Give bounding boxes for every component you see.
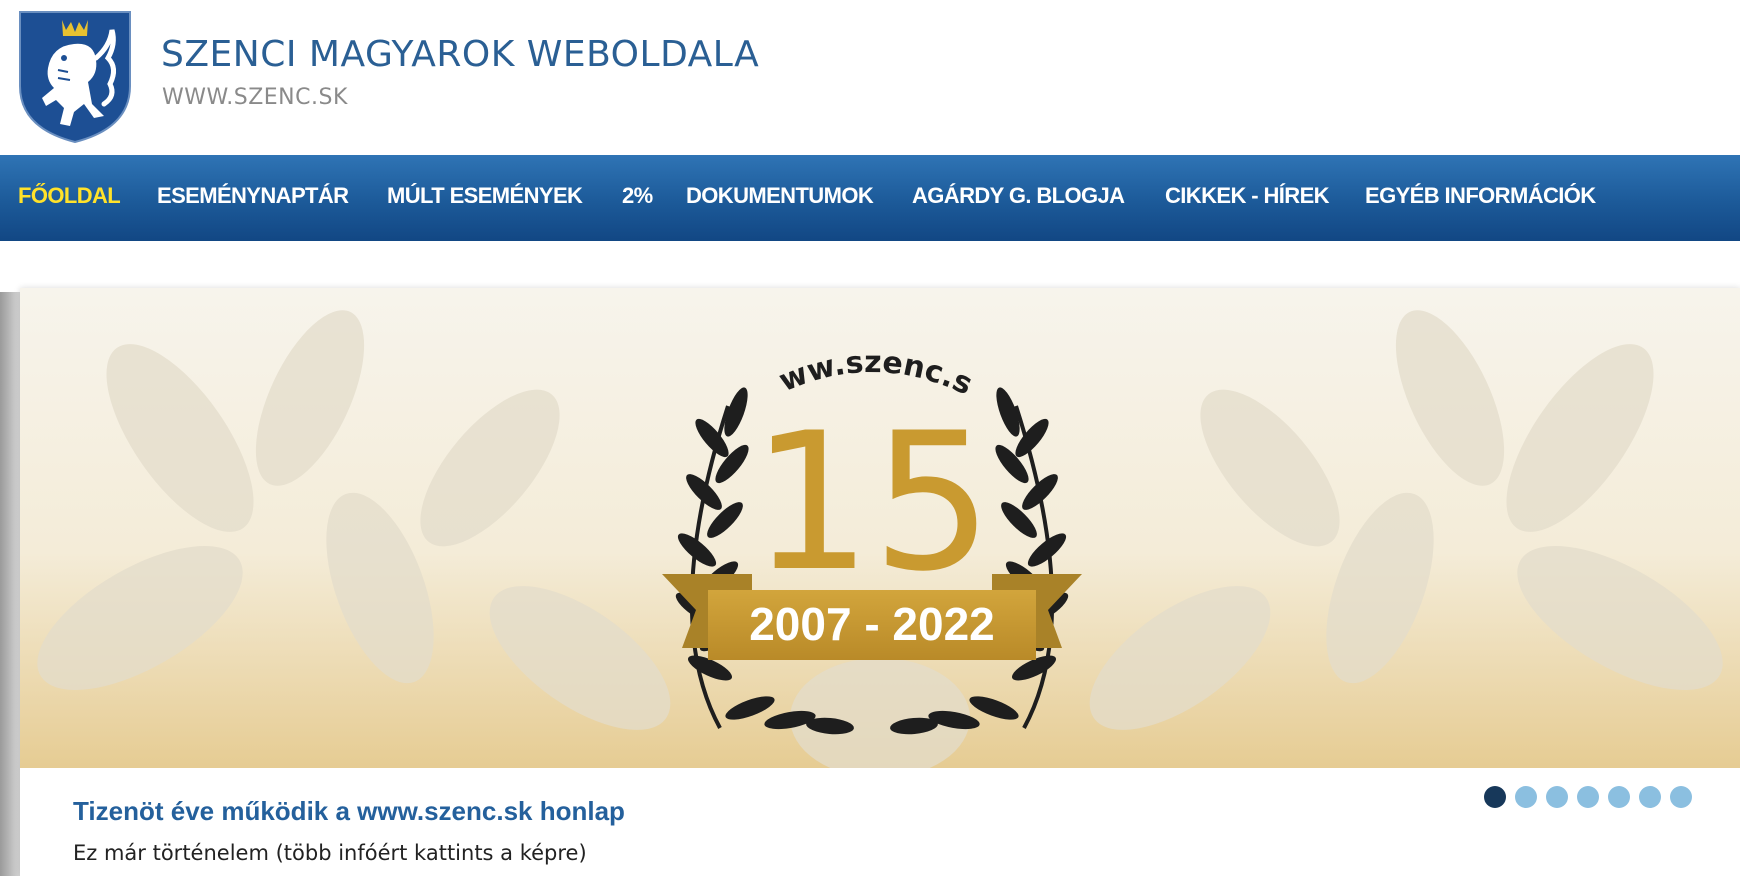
coat-of-arms-logo[interactable] [18,8,132,144]
slide-dot-5[interactable] [1608,786,1630,808]
nav-item-agardy-blog[interactable]: AGÁRDY G. BLOGJA [912,183,1125,209]
previous-slide-edge [0,292,20,876]
nav-item-2-percent[interactable]: 2% [622,183,653,209]
slide-caption-text: Ez már történelem (több infóért kattints… [73,841,587,865]
nav-item-dokumentumok[interactable]: DOKUMENTUMOK [686,183,874,209]
banner-years: 2007 - 2022 [749,598,995,650]
main-nav: FŐOLDAL ESEMÉNYNAPTÁR MÚLT ESEMÉNYEK 2% … [0,155,1740,241]
site-title[interactable]: SZENCI MAGYAROK WEBOLDALA [161,34,759,75]
slide-caption-title[interactable]: Tizenöt éve működik a www.szenc.sk honla… [73,796,625,827]
nav-item-cikkek-hirek[interactable]: CIKKEK - HÍREK [1165,183,1330,209]
nav-item-egyeb-informaciok[interactable]: EGYÉB INFORMÁCIÓK [1365,183,1596,209]
slide-banner-image[interactable]: www.szenc.sk 15 2007 - 2022 [20,288,1740,768]
nav-item-esemenynaptar[interactable]: ESEMÉNYNAPTÁR [157,183,349,209]
slide-dot-1[interactable] [1484,786,1506,808]
site-subtitle: WWW.SZENC.SK [162,85,348,110]
slide-dot-3[interactable] [1546,786,1568,808]
banner-number: 15 [751,392,993,613]
site-header: SZENCI MAGYAROK WEBOLDALA WWW.SZENC.SK [0,0,1740,155]
nav-item-fooldal[interactable]: FŐOLDAL [18,183,121,209]
slide-dot-7[interactable] [1670,786,1692,808]
slide-dot-6[interactable] [1639,786,1661,808]
slide-dot-4[interactable] [1577,786,1599,808]
nav-item-mult-esemenyek[interactable]: MÚLT ESEMÉNYEK [387,183,583,209]
image-slider: www.szenc.sk 15 2007 - 2022 Tizenöt éve … [20,288,1740,876]
slide-dot-2[interactable] [1515,786,1537,808]
